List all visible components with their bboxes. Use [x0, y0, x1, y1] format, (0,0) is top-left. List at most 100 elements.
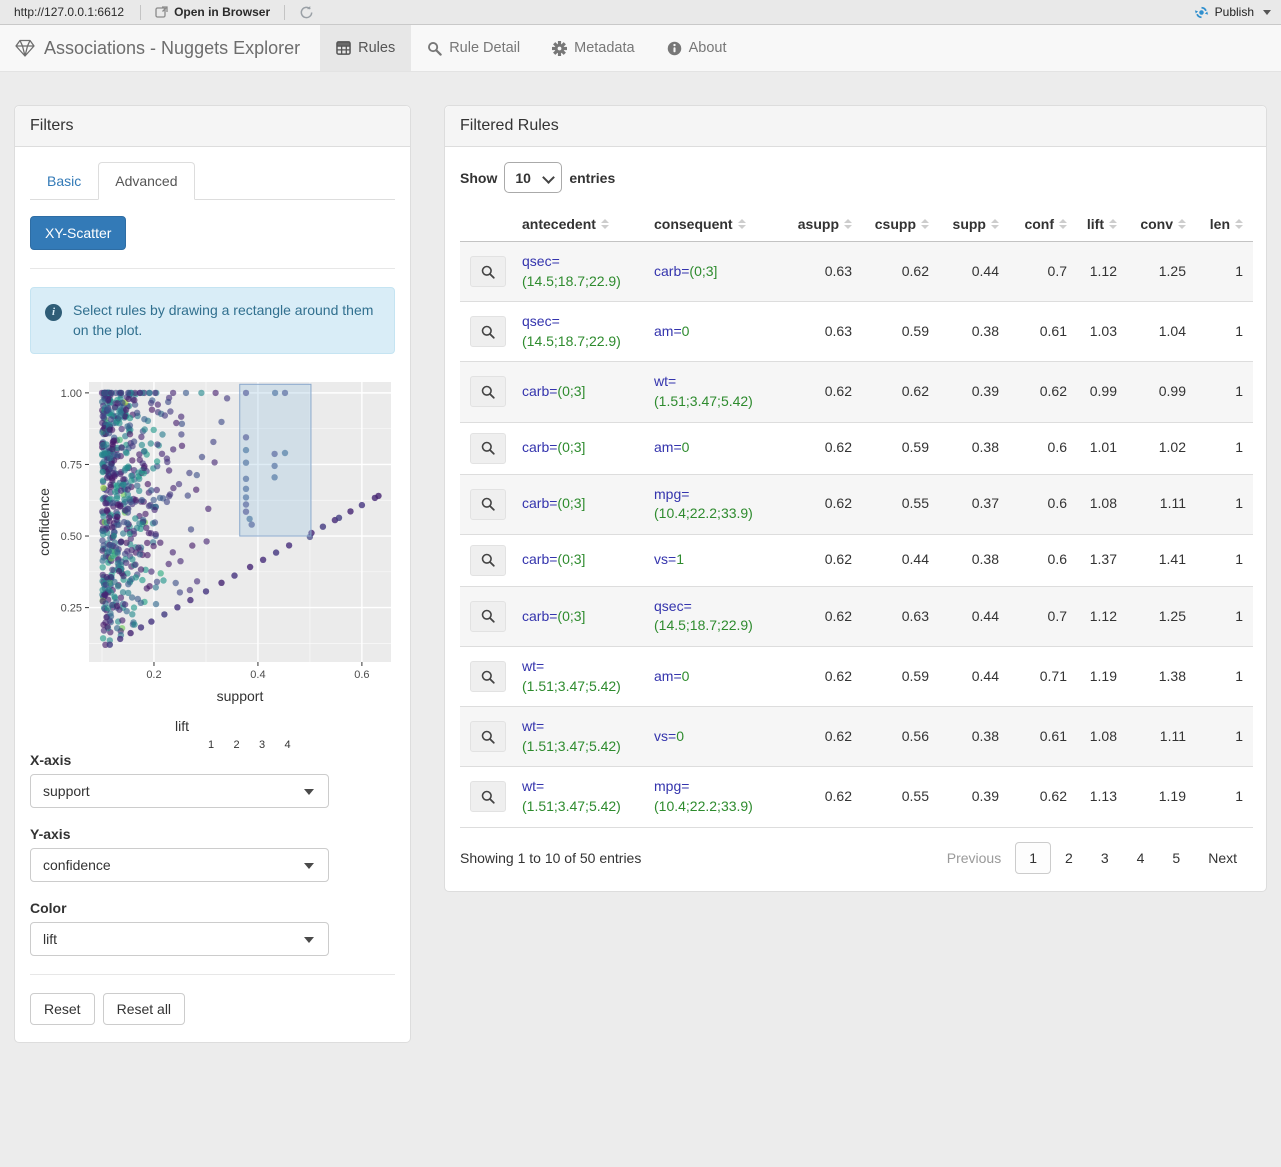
svg-text:0.25: 0.25 — [61, 602, 82, 614]
color-select[interactable]: lift — [30, 921, 329, 956]
navbar-tab-metadata[interactable]: Metadata — [536, 25, 650, 71]
magnifier-icon — [480, 324, 496, 340]
navbar-tab-label: Metadata — [574, 40, 635, 56]
asupp-cell: 0.62 — [784, 766, 862, 828]
conf-cell: 0.62 — [1009, 361, 1077, 423]
conf-cell: 0.7 — [1009, 586, 1077, 647]
consequent-cell: wt=(1.51;3.47;5.42) — [644, 361, 784, 423]
asupp-cell: 0.62 — [784, 534, 862, 587]
lift-cell: 1.13 — [1077, 766, 1127, 828]
asupp-cell: 0.62 — [784, 422, 862, 475]
navbar-tab-rules[interactable]: Rules — [320, 25, 412, 71]
lift-cell: 1.08 — [1077, 706, 1127, 768]
rules-table: antecedent consequent asupp csupp supp conf li… — [460, 207, 1253, 828]
inspect-rule-button[interactable] — [470, 488, 506, 520]
pagination-page-1[interactable]: 1 — [1015, 841, 1052, 874]
app-brand: Associations - Nuggets Explorer — [0, 25, 320, 71]
chevron-down-icon — [304, 788, 314, 795]
header-cell-lift[interactable]: lift — [1077, 207, 1127, 242]
conv-cell: 1.38 — [1127, 646, 1196, 708]
consequent-cell: am=0 — [644, 301, 784, 363]
pagination-page-3[interactable]: 3 — [1087, 842, 1123, 874]
header-cell-conv[interactable]: conv — [1127, 207, 1196, 242]
supp-cell: 0.38 — [939, 301, 1009, 363]
x-axis-select[interactable]: support — [30, 773, 329, 808]
filters-tab-advanced[interactable]: Advanced — [98, 162, 195, 200]
supp-cell: 0.44 — [939, 586, 1009, 647]
pagination-page-4[interactable]: 4 — [1123, 842, 1159, 874]
header-cell-asupp[interactable]: asupp — [784, 207, 862, 242]
csupp-cell: 0.56 — [862, 706, 939, 768]
reload-icon[interactable] — [291, 5, 322, 20]
filters-tab-basic[interactable]: Basic — [30, 162, 98, 200]
header-cell-conf[interactable]: conf — [1009, 207, 1077, 242]
inspect-rule-button[interactable] — [470, 316, 506, 348]
pagination-page-2[interactable]: 2 — [1051, 842, 1087, 874]
page-length-select[interactable]: 10 — [504, 162, 563, 193]
toolbar-divider — [284, 4, 286, 20]
conv-cell: 1.02 — [1127, 422, 1196, 475]
conf-cell: 0.6 — [1009, 422, 1077, 475]
navbar-tab-about[interactable]: About — [651, 25, 743, 71]
lift-cell: 1.37 — [1077, 534, 1127, 587]
navbar-tab-label: Rule Detail — [449, 40, 521, 56]
pagination-page-5[interactable]: 5 — [1158, 842, 1194, 874]
magnifier-icon — [480, 496, 496, 512]
len-cell: 1 — [1196, 474, 1253, 535]
inspect-rule-button[interactable] — [470, 432, 506, 464]
table-row: carb=(0;3] vs=1 0.62 0.44 0.38 0.6 1.37 1.41 1 — [460, 534, 1253, 587]
inspect-rule-button[interactable] — [470, 256, 506, 288]
chevron-down-icon — [304, 936, 314, 943]
header-cell-antecedent[interactable]: antecedent — [512, 207, 644, 242]
lift-cell: 0.99 — [1077, 361, 1127, 423]
consequent-cell: am=0 — [644, 422, 784, 475]
table-row: qsec=(14.5;18.7;22.9) am=0 0.63 0.59 0.38 0.6… — [460, 301, 1253, 363]
gear-icon — [552, 40, 568, 56]
svg-text:0.75: 0.75 — [61, 459, 82, 471]
reset-button[interactable]: Reset — [30, 992, 95, 1025]
filters-tabs: Basic Advanced — [30, 162, 395, 200]
table-row: wt=(1.51;3.47;5.42) am=0 0.62 0.59 0.44 0.71 1… — [460, 646, 1253, 708]
publish-button[interactable]: Publish — [1194, 5, 1271, 20]
open-in-browser-button[interactable]: Open in Browser — [147, 5, 278, 19]
supp-cell: 0.38 — [939, 706, 1009, 768]
inspect-rule-button[interactable] — [470, 544, 506, 576]
colorbar-tick-label: 1 — [207, 738, 215, 751]
table-row: carb=(0;3] mpg=(10.4;22.2;33.9) 0.62 0.55 0.… — [460, 474, 1253, 535]
pagination-previous[interactable]: Previous — [933, 842, 1015, 874]
conf-cell: 0.61 — [1009, 706, 1077, 768]
xy-scatter-button[interactable]: XY-Scatter — [30, 216, 127, 250]
supp-cell: 0.38 — [939, 534, 1009, 587]
pagination-next[interactable]: Next — [1194, 842, 1251, 874]
len-cell: 1 — [1196, 241, 1253, 303]
table-info: Showing 1 to 10 of 50 entries — [460, 849, 642, 866]
inspect-rule-button[interactable] — [470, 600, 506, 632]
scatter-plot[interactable]: 0.2 0.4 0.6 0.25 0.50 0.75 1.00 support confiden… — [35, 374, 395, 706]
asupp-cell: 0.63 — [784, 241, 862, 303]
inspect-rule-button[interactable] — [470, 376, 506, 408]
antecedent-cell: carb=(0;3] — [512, 586, 644, 647]
consequent-cell: qsec=(14.5;18.7;22.9) — [644, 586, 784, 647]
navbar-tab-rule-detail[interactable]: Rule Detail — [411, 25, 536, 71]
header-cell-len[interactable]: len — [1196, 207, 1253, 242]
svg-text:0.4: 0.4 — [250, 669, 265, 681]
csupp-cell: 0.59 — [862, 646, 939, 708]
y-axis-select[interactable]: confidence — [30, 847, 329, 882]
inspect-rule-button[interactable] — [470, 721, 506, 753]
publish-caret-icon — [1263, 9, 1271, 15]
sort-icon — [921, 219, 929, 229]
magnifier-icon — [480, 440, 496, 456]
color-label: Color — [30, 899, 67, 916]
main-content: Filters Basic Advanced XY-Scatter i Selec… — [0, 72, 1281, 1043]
consequent-cell: vs=0 — [644, 706, 784, 768]
navbar-tab-label: About — [688, 40, 727, 56]
csupp-cell: 0.63 — [862, 586, 939, 647]
reset-all-button[interactable]: Reset all — [102, 992, 186, 1025]
inspect-rule-button[interactable] — [470, 781, 506, 813]
header-cell-supp[interactable]: supp — [939, 207, 1009, 242]
lift-cell: 1.03 — [1077, 301, 1127, 363]
conv-cell: 1.25 — [1127, 241, 1196, 303]
header-cell-csupp[interactable]: csupp — [862, 207, 939, 242]
header-cell-consequent[interactable]: consequent — [644, 207, 784, 242]
inspect-rule-button[interactable] — [470, 661, 506, 693]
